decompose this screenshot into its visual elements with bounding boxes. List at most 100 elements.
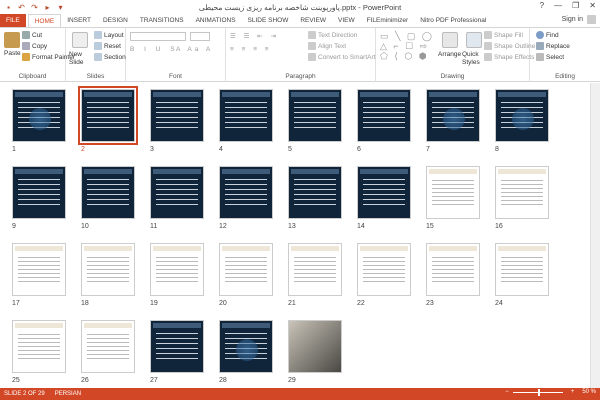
shape-effects-button[interactable]: Shape Effects <box>484 53 534 61</box>
tab-view[interactable]: VIEW <box>332 14 361 27</box>
slide-thumbnail[interactable] <box>150 166 204 219</box>
vertical-scrollbar[interactable] <box>590 83 600 388</box>
copy-button[interactable]: Copy <box>22 42 47 50</box>
help-button[interactable]: ? <box>540 1 544 10</box>
language-indicator[interactable]: PERSIAN <box>55 391 81 397</box>
font-color-buttons[interactable]: A Aa A <box>176 46 213 53</box>
font-size-field[interactable] <box>190 32 210 41</box>
convert-smartart-button[interactable]: Convert to SmartArt <box>308 53 375 61</box>
close-button[interactable]: ✕ <box>589 1 596 10</box>
minimize-button[interactable]: — <box>554 1 562 10</box>
group-slides: New Slide Layout Reset Section Slides <box>66 28 126 82</box>
select-button[interactable]: Select <box>536 53 564 61</box>
slide-thumbnail[interactable] <box>219 320 273 373</box>
tab-transitions[interactable]: TRANSITIONS <box>134 14 190 27</box>
section-button[interactable]: Section <box>94 53 126 61</box>
slide-thumbnail[interactable] <box>219 89 273 142</box>
slide-thumbnail[interactable] <box>495 89 549 142</box>
arrange-button[interactable]: Arrange <box>438 51 461 58</box>
font-size-dropdown[interactable] <box>190 32 210 41</box>
slide-thumbnail[interactable] <box>12 320 66 373</box>
slide-thumbnail[interactable] <box>288 320 342 373</box>
slide-thumbnail[interactable] <box>495 243 549 296</box>
tab-home[interactable]: HOME <box>27 14 62 27</box>
shapes-gallery[interactable]: ▭ ╲ ▢ ◯ △ ⌐ ☐ ⇨ ⬠ ⟨ ⬡ ⬢ <box>380 31 438 61</box>
slide-text-lines <box>18 331 60 361</box>
zoom-out-icon[interactable]: − <box>505 389 509 395</box>
slide-thumbnail[interactable] <box>150 89 204 142</box>
tab-slide-show[interactable]: SLIDE SHOW <box>242 14 295 27</box>
tab-animations[interactable]: ANIMATIONS <box>190 14 242 27</box>
zoom-slider[interactable] <box>512 388 563 396</box>
sign-in-label[interactable]: Sign in <box>562 16 583 23</box>
slide-thumbnail[interactable] <box>78 86 138 145</box>
slide-thumbnail[interactable] <box>219 243 273 296</box>
slide-thumbnail-wrapper: 16 <box>495 166 549 230</box>
slide-thumbnail[interactable] <box>12 166 66 219</box>
slide-number: 28 <box>219 377 227 384</box>
avatar[interactable] <box>587 15 596 24</box>
tab-insert[interactable]: INSERT <box>61 14 97 27</box>
slide-thumbnail[interactable] <box>288 89 342 142</box>
slide-thumbnail[interactable] <box>150 243 204 296</box>
zoom-slider-thumb[interactable] <box>537 388 540 396</box>
paste-icon[interactable] <box>4 32 20 48</box>
layout-button[interactable]: Layout <box>94 31 124 39</box>
align-text-button[interactable]: Align Text <box>308 42 346 50</box>
quick-styles-button[interactable]: Quick Styles <box>462 51 486 67</box>
shape-fill-button[interactable]: Shape Fill <box>484 31 523 39</box>
slide-thumbnail-wrapper: 25 <box>12 320 66 384</box>
slide-thumbnail[interactable] <box>150 320 204 373</box>
slide-thumbnail[interactable] <box>357 166 411 219</box>
tab-file[interactable]: FILE <box>0 14 26 27</box>
slide-thumbnail[interactable] <box>81 320 135 373</box>
slide-thumbnail[interactable] <box>219 166 273 219</box>
paste-button[interactable]: Paste <box>4 50 21 57</box>
slide-thumbnail[interactable] <box>288 166 342 219</box>
list-buttons[interactable]: ☰ ☰ ⇤ ⇥ <box>230 32 279 40</box>
shape-outline-icon <box>484 42 492 50</box>
tab-review[interactable]: REVIEW <box>294 14 332 27</box>
quick-styles-icon[interactable] <box>466 32 482 48</box>
new-slide-icon[interactable] <box>72 32 88 48</box>
slide-thumbnail[interactable] <box>81 166 135 219</box>
cut-button[interactable]: Cut <box>22 31 42 39</box>
slide-thumbnail-wrapper: 10 <box>81 166 135 230</box>
slide-thumbnail-wrapper: 13 <box>288 166 342 230</box>
slide-thumbnail[interactable] <box>357 89 411 142</box>
slide-title-bar <box>291 246 339 251</box>
restore-button[interactable]: ❐ <box>572 1 579 10</box>
slide-number: 12 <box>219 223 227 230</box>
slide-thumbnail[interactable] <box>12 89 66 142</box>
zoom-level[interactable]: 50 % <box>582 389 596 395</box>
tab-nitro-pdf[interactable]: Nitro PDF Professional <box>414 14 492 27</box>
slide-thumbnail[interactable] <box>426 89 480 142</box>
font-format-buttons[interactable]: B I U S <box>130 46 179 53</box>
reset-button[interactable]: Reset <box>94 42 121 50</box>
align-buttons[interactable]: ≡ ≡ ≡ ≡ <box>230 46 272 53</box>
slide-thumbnail[interactable] <box>357 243 411 296</box>
arrange-icon[interactable] <box>442 32 458 48</box>
new-slide-button[interactable]: New Slide <box>69 51 93 67</box>
slide-thumbnail[interactable] <box>426 166 480 219</box>
find-button[interactable]: Find <box>536 31 559 39</box>
ribbon: Paste Cut Copy Format Painter Clipboard … <box>0 27 600 82</box>
tab-fileminimizer[interactable]: FILEminimizer <box>361 14 415 27</box>
slide-title-bar <box>360 169 408 174</box>
zoom-in-icon[interactable]: + <box>571 389 575 395</box>
slide-thumbnail[interactable] <box>288 243 342 296</box>
slide-thumbnail[interactable] <box>495 166 549 219</box>
slide-number: 9 <box>12 223 16 230</box>
font-name-dropdown[interactable] <box>130 32 186 41</box>
slide-thumbnail[interactable] <box>81 243 135 296</box>
tab-design[interactable]: DESIGN <box>97 14 134 27</box>
shape-outline-button[interactable]: Shape Outline <box>484 42 535 50</box>
replace-button[interactable]: Replace <box>536 42 570 50</box>
text-direction-button[interactable]: Text Direction <box>308 31 357 39</box>
slide-thumbnail[interactable] <box>426 243 480 296</box>
slide-title-bar <box>153 323 201 328</box>
font-name-field[interactable] <box>130 32 186 41</box>
sign-in[interactable]: Sign in <box>562 15 596 24</box>
globe-image <box>512 108 534 130</box>
slide-thumbnail[interactable] <box>12 243 66 296</box>
